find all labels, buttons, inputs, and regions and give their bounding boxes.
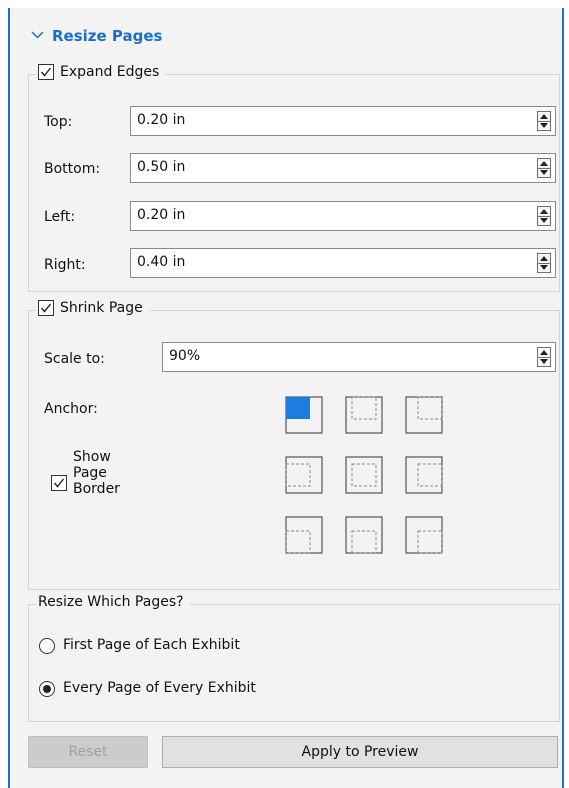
show-page-border-line3: Border [73, 481, 120, 497]
scale-field[interactable]: 90% [162, 342, 556, 372]
scale-value: 90% [169, 348, 201, 364]
anchor-top-right[interactable] [405, 396, 443, 434]
anchor-center[interactable] [345, 456, 383, 494]
right-field[interactable]: 0.40 in [130, 248, 556, 278]
show-page-border-checkbox[interactable] [51, 475, 67, 491]
bottom-label: Bottom: [44, 161, 101, 177]
right-spinner[interactable] [537, 253, 551, 273]
bottom-spinner[interactable] [537, 158, 551, 178]
bottom-value: 0.50 in [137, 159, 186, 175]
left-label: Left: [44, 209, 76, 225]
left-spinner[interactable] [537, 206, 551, 226]
scale-spinner[interactable] [537, 347, 551, 367]
anchor-bottom-center[interactable] [345, 516, 383, 554]
apply-to-preview-button[interactable]: Apply to Preview [162, 736, 558, 768]
anchor-top-left[interactable] [285, 396, 323, 434]
every-page-radio[interactable] [39, 681, 55, 697]
show-page-border-line1: Show [73, 449, 111, 465]
show-page-border-label: Show Page Border [73, 449, 120, 497]
chevron-down-icon [31, 28, 44, 44]
shrink-page-legend: Shrink Page [36, 300, 149, 316]
right-value: 0.40 in [137, 254, 186, 270]
top-field[interactable]: 0.20 in [130, 106, 556, 136]
shrink-page-label: Shrink Page [60, 300, 143, 316]
top-label: Top: [44, 114, 73, 130]
first-page-radio[interactable] [39, 638, 55, 654]
resize-pages-panel: Resize Pages Expand Edges Top: 0.20 in B… [8, 8, 564, 788]
anchor-label: Anchor: [44, 401, 98, 417]
section-title: Resize Pages [52, 27, 163, 45]
shrink-page-checkbox[interactable] [38, 300, 54, 316]
anchor-middle-left[interactable] [285, 456, 323, 494]
resize-pages-header[interactable]: Resize Pages [31, 27, 162, 45]
scale-label: Scale to: [44, 351, 105, 367]
resize-which-group [28, 604, 560, 722]
left-value: 0.20 in [137, 207, 186, 223]
expand-edges-legend: Expand Edges [36, 64, 166, 80]
expand-edges-label: Expand Edges [60, 64, 160, 80]
bottom-field[interactable]: 0.50 in [130, 153, 556, 183]
right-label: Right: [44, 257, 86, 273]
anchor-bottom-right[interactable] [405, 516, 443, 554]
top-spinner[interactable] [537, 111, 551, 131]
every-page-label[interactable]: Every Page of Every Exhibit [63, 680, 256, 696]
reset-button[interactable]: Reset [28, 736, 148, 768]
first-page-label[interactable]: First Page of Each Exhibit [63, 637, 240, 653]
expand-edges-checkbox[interactable] [38, 64, 54, 80]
top-value: 0.20 in [137, 112, 186, 128]
show-page-border-line2: Page [73, 465, 107, 481]
left-field[interactable]: 0.20 in [130, 201, 556, 231]
anchor-top-center[interactable] [345, 396, 383, 434]
anchor-bottom-left[interactable] [285, 516, 323, 554]
resize-which-legend: Resize Which Pages? [36, 594, 190, 610]
resize-which-label: Resize Which Pages? [38, 594, 184, 610]
anchor-middle-right[interactable] [405, 456, 443, 494]
